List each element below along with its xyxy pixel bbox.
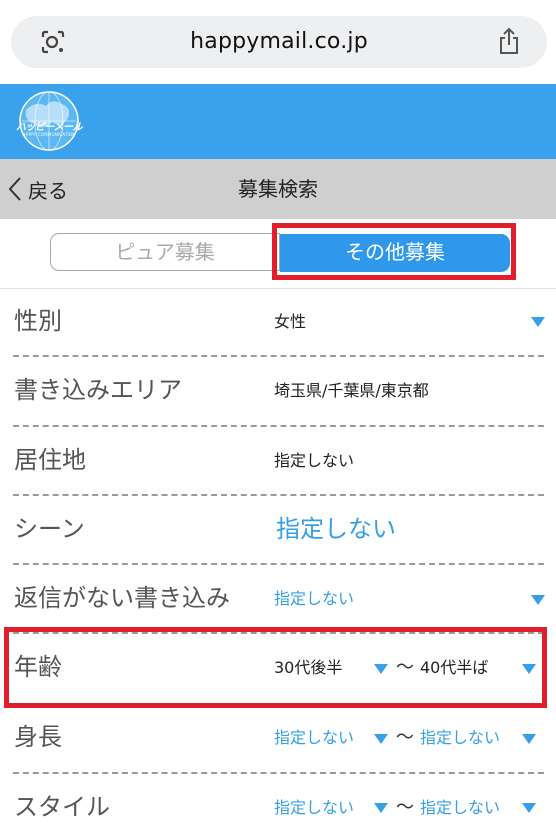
style-from-select[interactable]: 指定しない bbox=[274, 773, 354, 840]
range-separator: 〜 bbox=[396, 727, 414, 748]
dropdown-arrow-icon[interactable] bbox=[374, 664, 388, 674]
row-post-area[interactable]: 書き込みエリア 埼玉県/千葉県/東京都 bbox=[0, 356, 556, 425]
logo-subtext: HAPPY COMMUNICATION bbox=[22, 132, 76, 137]
row-label: 年齢 bbox=[14, 653, 62, 681]
row-age[interactable]: 年齢 30代後半 〜 40代半ば bbox=[0, 633, 556, 702]
row-label: 居住地 bbox=[14, 446, 86, 474]
row-no-reply-posts[interactable]: 返信がない書き込み 指定しない bbox=[0, 564, 556, 633]
happymail-logo[interactable]: ハッピーメール HAPPY COMMUNICATION bbox=[6, 88, 92, 154]
share-icon[interactable] bbox=[497, 26, 521, 56]
tab-other-posts[interactable]: その他募集 bbox=[280, 234, 510, 272]
no-reply-select-value[interactable]: 指定しない bbox=[274, 564, 354, 633]
logo-text: ハッピーメール bbox=[15, 122, 83, 133]
title-bar: 戻る 募集検索 bbox=[0, 159, 556, 219]
style-to-select[interactable]: 指定しない bbox=[420, 773, 500, 840]
dropdown-arrow-icon[interactable] bbox=[522, 664, 536, 674]
row-label: 返信がない書き込み bbox=[14, 584, 230, 612]
browser-toolbar: happymail.co.jp bbox=[0, 0, 556, 84]
dropdown-arrow-icon[interactable] bbox=[531, 595, 545, 605]
row-residence[interactable]: 居住地 指定しない bbox=[0, 426, 556, 495]
url-text[interactable]: happymail.co.jp bbox=[11, 16, 547, 68]
dropdown-arrow-icon[interactable] bbox=[531, 317, 545, 327]
row-scene[interactable]: シーン 指定しない bbox=[0, 495, 556, 564]
height-to-select[interactable]: 指定しない bbox=[420, 703, 500, 772]
row-label: 書き込みエリア bbox=[14, 376, 182, 404]
search-type-tabs: ピュア募集 その他募集 bbox=[50, 233, 510, 272]
dropdown-arrow-icon[interactable] bbox=[522, 734, 536, 744]
range-separator: 〜 bbox=[396, 797, 414, 818]
row-style[interactable]: スタイル 指定しない 〜 指定しない bbox=[0, 773, 556, 840]
dropdown-arrow-icon[interactable] bbox=[374, 803, 388, 813]
tab-other-label: その他募集 bbox=[345, 240, 445, 264]
row-label: 身長 bbox=[14, 723, 62, 751]
gender-select-value[interactable]: 女性 bbox=[274, 287, 306, 356]
row-label: スタイル bbox=[14, 793, 110, 821]
area-value[interactable]: 埼玉県/千葉県/東京都 bbox=[274, 356, 429, 425]
dropdown-arrow-icon[interactable] bbox=[374, 734, 388, 744]
row-gender[interactable]: 性別 女性 bbox=[0, 287, 556, 356]
row-label: シーン bbox=[14, 515, 85, 543]
row-height[interactable]: 身長 指定しない 〜 指定しない bbox=[0, 703, 556, 772]
age-from-select[interactable]: 30代後半 bbox=[274, 633, 342, 702]
range-separator: 〜 bbox=[396, 657, 414, 678]
tab-pure-posts[interactable]: ピュア募集 bbox=[50, 233, 280, 271]
age-to-select[interactable]: 40代半ば bbox=[420, 633, 488, 702]
page-title: 募集検索 bbox=[238, 177, 318, 201]
address-bar[interactable]: happymail.co.jp bbox=[11, 16, 547, 68]
height-from-select[interactable]: 指定しない bbox=[274, 703, 354, 772]
row-label: 性別 bbox=[14, 307, 62, 335]
residence-value[interactable]: 指定しない bbox=[274, 426, 354, 495]
app-header: ハッピーメール HAPPY COMMUNICATION bbox=[0, 84, 556, 159]
dropdown-arrow-icon[interactable] bbox=[522, 803, 536, 813]
scene-select-value[interactable]: 指定しない bbox=[276, 495, 396, 564]
